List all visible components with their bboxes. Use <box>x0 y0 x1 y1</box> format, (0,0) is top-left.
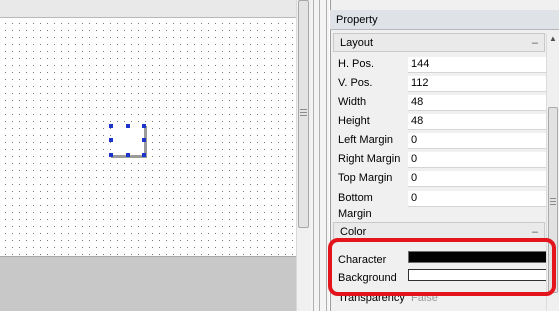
collapse-icon[interactable]: – <box>532 34 538 52</box>
color-section-label: Color <box>340 226 367 238</box>
prop-label-top-margin: Top Margin <box>338 172 393 184</box>
splitter-line <box>326 0 327 311</box>
prop-value-width[interactable]: 48 <box>408 95 548 111</box>
selection-handle[interactable] <box>126 124 130 128</box>
selected-shape[interactable] <box>109 124 147 158</box>
panel-splitter[interactable] <box>311 0 329 311</box>
scroll-up-arrow-icon[interactable]: ▲ <box>547 33 559 45</box>
selection-handle[interactable] <box>126 153 130 157</box>
selection-handle[interactable] <box>142 124 146 128</box>
canvas-out-of-bounds-area <box>0 256 296 311</box>
layout-section-header[interactable]: Layout – <box>333 33 545 52</box>
prop-value-top-margin[interactable]: 0 <box>408 171 548 187</box>
prop-value-h-pos[interactable]: 144 <box>408 57 548 73</box>
highlight-annotation <box>328 238 556 296</box>
prop-label-v-pos: V. Pos. <box>338 77 373 89</box>
prop-value-v-pos[interactable]: 112 <box>408 76 548 92</box>
prop-label-bottom-margin: Bottom Margin <box>338 192 373 220</box>
prop-value-left-margin[interactable]: 0 <box>408 133 548 149</box>
scroll-grip-icon <box>300 109 307 117</box>
selection-handle[interactable] <box>142 153 146 157</box>
splitter-line <box>319 0 320 311</box>
splitter-line <box>313 0 314 311</box>
selection-handle[interactable] <box>142 138 146 142</box>
scroll-grip-icon <box>550 198 556 206</box>
prop-value-bottom-margin[interactable]: 0 <box>408 191 548 207</box>
canvas-grid[interactable] <box>0 18 296 256</box>
prop-value-height[interactable]: 48 <box>408 114 548 130</box>
prop-label-height: Height <box>338 115 370 127</box>
selection-handle[interactable] <box>109 138 113 142</box>
prop-label-right-margin: Right Margin <box>338 153 401 165</box>
selection-handle[interactable] <box>109 124 113 128</box>
selection-handle[interactable] <box>109 153 113 157</box>
prop-label-h-pos: H. Pos. <box>338 58 375 70</box>
layout-section-label: Layout <box>340 37 374 49</box>
canvas-top-strip <box>0 0 296 18</box>
prop-label-left-margin: Left Margin <box>338 134 394 146</box>
prop-value-right-margin[interactable]: 0 <box>408 152 548 168</box>
prop-label-width: Width <box>338 96 367 108</box>
property-panel-title: Property <box>330 10 559 30</box>
